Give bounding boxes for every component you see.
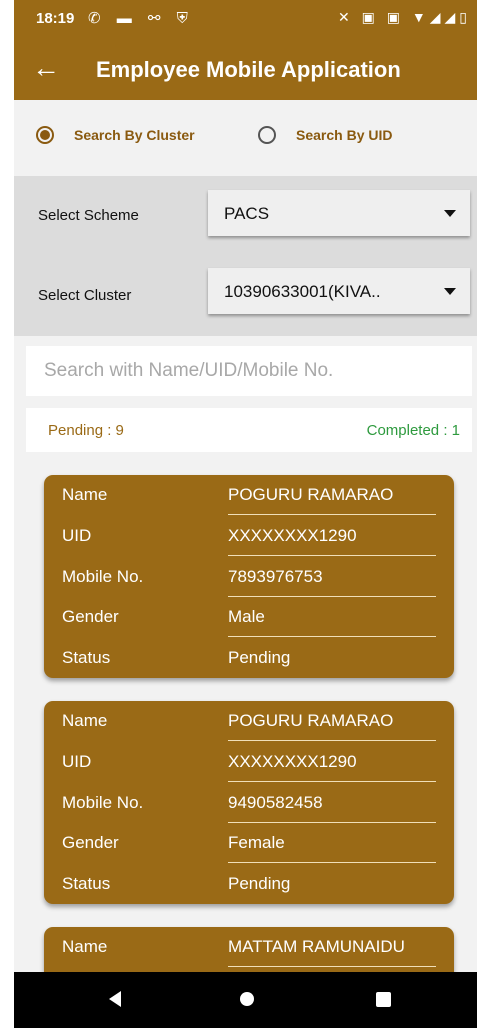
field-label: Gender <box>62 833 119 852</box>
field-value: Female <box>228 833 285 852</box>
page-title: Employee Mobile Application <box>96 57 401 82</box>
radio-search-by-cluster[interactable]: Search By Cluster <box>36 126 195 144</box>
cluster-row: Select Cluster 10390633001(KIVA.. <box>14 268 477 328</box>
record-field-gender: Gender Female <box>62 823 436 863</box>
record-card[interactable]: Name POGURU RAMARAO UID XXXXXXXX1290 Mob… <box>44 701 454 904</box>
radio-label: Search By UID <box>296 127 393 143</box>
field-value: Pending <box>228 648 291 667</box>
completed-count: Completed : 1 <box>366 422 460 439</box>
divider <box>228 636 436 637</box>
notification-icons: ✆ ▬ ⚯ ⛨ <box>88 10 194 27</box>
status-time: 18:19 <box>36 10 75 27</box>
field-label: Name <box>62 937 108 956</box>
screen-edge <box>0 0 14 1028</box>
field-label: Gender <box>62 607 119 626</box>
divider <box>228 740 436 741</box>
field-value: Male <box>228 607 265 626</box>
nav-back-icon[interactable] <box>109 991 121 1007</box>
system-status-icons: ✕ ▣ ▣ ▼◢◢▯ <box>338 9 471 25</box>
field-label: UID <box>62 526 92 545</box>
field-label: UID <box>62 752 92 771</box>
divider <box>228 966 436 967</box>
field-value: 9490582458 <box>228 793 323 812</box>
app-bar: ← Employee Mobile Application <box>14 40 477 100</box>
record-field-uid: UID XXXXXXXX1290 <box>62 516 436 556</box>
radio-search-by-uid[interactable]: Search By UID <box>258 126 392 144</box>
radio-unchecked-icon <box>258 126 276 144</box>
field-value: MATTAM RAMUNAIDU <box>228 937 405 956</box>
divider <box>228 514 436 515</box>
field-label: Status <box>62 874 111 893</box>
field-label: Name <box>62 485 108 504</box>
record-card[interactable]: Name POGURU RAMARAO UID XXXXXXXX1290 Mob… <box>44 475 454 678</box>
cluster-dropdown[interactable]: 10390633001(KIVA.. <box>208 268 470 314</box>
record-list: Name POGURU RAMARAO UID XXXXXXXX1290 Mob… <box>14 462 477 972</box>
field-value: XXXXXXXX1290 <box>228 752 357 771</box>
record-field-status: Status Pending <box>62 638 436 678</box>
record-field-name: Name POGURU RAMARAO <box>62 475 436 515</box>
cluster-label: Select Cluster <box>38 287 132 304</box>
divider <box>228 555 436 556</box>
radio-label: Search By Cluster <box>74 127 195 143</box>
field-label: Name <box>62 711 108 730</box>
scheme-value: PACS <box>224 204 270 223</box>
record-card[interactable]: Name MATTAM RAMUNAIDU <box>44 927 454 972</box>
dropdown-arrow-icon <box>444 288 456 295</box>
scheme-dropdown[interactable]: PACS <box>208 190 470 236</box>
record-field-gender: Gender Male <box>62 597 436 637</box>
field-value: Pending <box>228 874 291 893</box>
record-field-mobile: Mobile No. 7893976753 <box>62 557 436 597</box>
scheme-label: Select Scheme <box>38 207 139 224</box>
record-field-mobile: Mobile No. 9490582458 <box>62 783 436 823</box>
field-value: POGURU RAMARAO <box>228 711 394 730</box>
divider <box>228 862 436 863</box>
scheme-row: Select Scheme PACS <box>14 190 477 250</box>
search-box <box>26 346 472 396</box>
field-label: Status <box>62 648 111 667</box>
nav-recents-icon[interactable] <box>376 992 391 1007</box>
search-mode-group: Search By Cluster Search By UID <box>14 100 477 176</box>
radio-checked-icon <box>36 126 54 144</box>
field-label: Mobile No. <box>62 567 144 586</box>
record-field-name: Name MATTAM RAMUNAIDU <box>62 927 436 967</box>
search-input[interactable] <box>26 346 472 396</box>
dropdown-arrow-icon <box>444 210 456 217</box>
field-value: POGURU RAMARAO <box>228 485 394 504</box>
filter-panel: Select Scheme PACS Select Cluster 103906… <box>14 176 477 336</box>
record-field-uid: UID XXXXXXXX1290 <box>62 742 436 782</box>
field-value: 7893976753 <box>228 567 323 586</box>
status-bar: 18:19 ✆ ▬ ⚯ ⛨ ✕ ▣ ▣ ▼◢◢▯ <box>14 0 477 40</box>
record-field-status: Status Pending <box>62 864 436 904</box>
phone-screen: 18:19 ✆ ▬ ⚯ ⛨ ✕ ▣ ▣ ▼◢◢▯ ← Employee Mobi… <box>14 0 477 1028</box>
system-navigation-bar <box>14 972 477 1028</box>
field-value: XXXXXXXX1290 <box>228 526 357 545</box>
nav-home-icon[interactable] <box>240 992 254 1006</box>
record-field-name: Name POGURU RAMARAO <box>62 701 436 741</box>
arrow-left-icon[interactable]: ← <box>32 52 60 84</box>
cluster-value: 10390633001(KIVA.. <box>224 282 381 301</box>
counts-bar: Pending : 9 Completed : 1 <box>26 408 472 452</box>
field-label: Mobile No. <box>62 793 144 812</box>
pending-count: Pending : 9 <box>48 422 124 439</box>
divider <box>228 781 436 782</box>
